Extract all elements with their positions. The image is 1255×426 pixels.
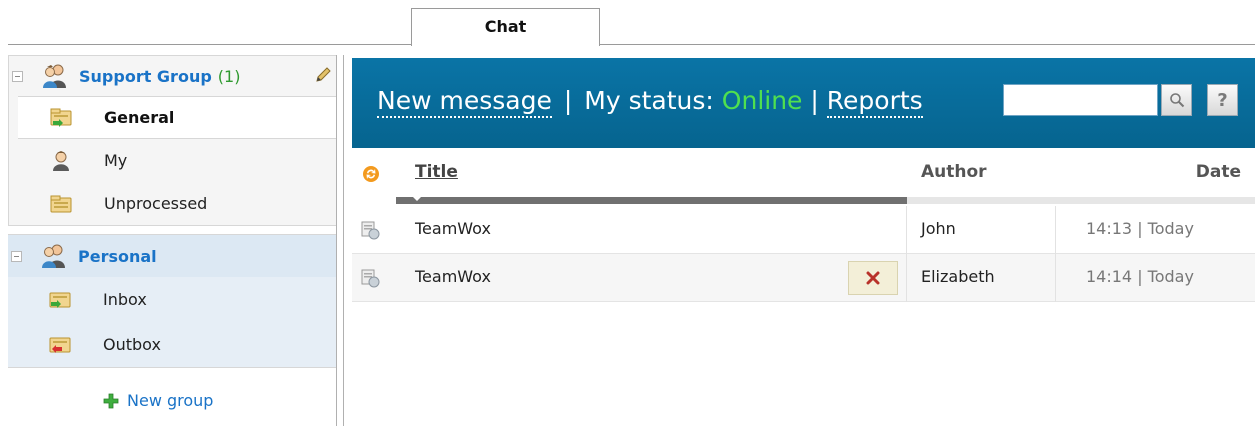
header-underline [907, 197, 1255, 204]
column-divider [1055, 206, 1056, 254]
search-icon [1169, 93, 1184, 108]
search-button[interactable] [1161, 84, 1192, 116]
column-header-title[interactable]: Title [415, 162, 458, 182]
group-support: Support Group (1) General My Unprocessed [8, 55, 336, 226]
column-divider [906, 254, 907, 302]
search-input[interactable] [1003, 84, 1158, 116]
table-row[interactable]: TeamWox John 14:13 | Today [352, 206, 1255, 254]
tab-strip-baseline [8, 44, 1255, 45]
sidebar-item-inbox[interactable]: Inbox [8, 277, 336, 322]
list-header: Title Author Date [352, 148, 1255, 206]
group-personal-header[interactable]: Personal [8, 235, 336, 277]
sidebar-item-my[interactable]: My [9, 139, 336, 182]
folder-icon [50, 195, 72, 212]
tab-chat[interactable]: Chat [411, 8, 600, 46]
tab-strip: Chat [0, 0, 1255, 46]
table-row[interactable]: TeamWox Elizabeth 14:14 | Today [352, 254, 1255, 302]
column-header-author[interactable]: Author [921, 162, 987, 182]
row-title[interactable]: TeamWox [415, 267, 491, 286]
toolbar-separator: | [563, 86, 573, 115]
sidebar-item-general[interactable]: General [18, 96, 336, 139]
column-divider [1055, 254, 1056, 302]
toolbar-links: New message | My status: Online | Reports [377, 86, 923, 118]
new-group-label: New group [127, 391, 214, 410]
group-support-title[interactable]: Support Group (1) [79, 67, 240, 86]
sidebar-item-label: General [104, 108, 175, 127]
inbox-icon [49, 292, 71, 308]
sidebar-item-label: Outbox [103, 335, 161, 354]
new-message-link[interactable]: New message [377, 86, 552, 118]
group-support-items: General My Unprocessed [9, 96, 336, 225]
outbox-icon [49, 337, 71, 353]
sidebar-item-unprocessed[interactable]: Unprocessed [9, 182, 336, 225]
sidebar-item-label: My [104, 151, 128, 170]
collapse-toggle[interactable] [11, 250, 22, 262]
column-header-date[interactable]: Date [1196, 162, 1241, 182]
delete-button[interactable] [848, 261, 898, 295]
sort-arrow-icon [412, 196, 422, 201]
toolbar-separator: | [810, 86, 819, 115]
row-title[interactable]: TeamWox [415, 219, 491, 238]
sidebar: Support Group (1) General My Unprocessed… [8, 55, 336, 426]
pencil-icon[interactable] [313, 65, 333, 85]
plus-icon [103, 393, 119, 408]
users-icon [42, 244, 65, 268]
close-icon [866, 271, 880, 285]
new-group-link[interactable]: New group [103, 391, 213, 410]
help-button[interactable]: ? [1207, 84, 1238, 116]
splitter-line [336, 55, 337, 426]
group-personal-items: Inbox Outbox [8, 277, 336, 367]
group-personal-title[interactable]: Personal [78, 247, 157, 266]
sidebar-item-outbox[interactable]: Outbox [8, 322, 336, 367]
column-divider [906, 206, 907, 254]
row-date: 14:14 | Today [1086, 267, 1194, 286]
collapse-toggle[interactable] [12, 70, 23, 82]
my-status-label: My status: [584, 86, 714, 115]
users-icon [43, 64, 66, 88]
row-author: Elizabeth [921, 267, 995, 286]
group-unread-count: (1) [217, 66, 241, 86]
sidebar-item-label: Inbox [103, 290, 147, 309]
refresh-icon[interactable] [362, 165, 380, 183]
message-icon [361, 269, 380, 288]
group-personal: Personal Inbox Outbox [8, 234, 336, 368]
user-icon [53, 150, 69, 171]
toolbar: New message | My status: Online | Reports … [352, 58, 1255, 148]
reports-link[interactable]: Reports [826, 86, 923, 118]
group-title-text: Support Group [79, 66, 212, 86]
folder-in-icon [50, 108, 72, 127]
row-date: 14:13 | Today [1086, 219, 1194, 238]
main-panel: New message | My status: Online | Reports … [352, 58, 1255, 426]
sort-indicator-bar [396, 197, 907, 204]
status-online[interactable]: Online [722, 86, 803, 115]
sidebar-item-label: Unprocessed [104, 194, 208, 213]
group-support-header[interactable]: Support Group (1) [9, 56, 336, 96]
splitter-line[interactable] [343, 55, 344, 426]
row-author: John [921, 219, 956, 238]
message-icon [361, 221, 380, 240]
